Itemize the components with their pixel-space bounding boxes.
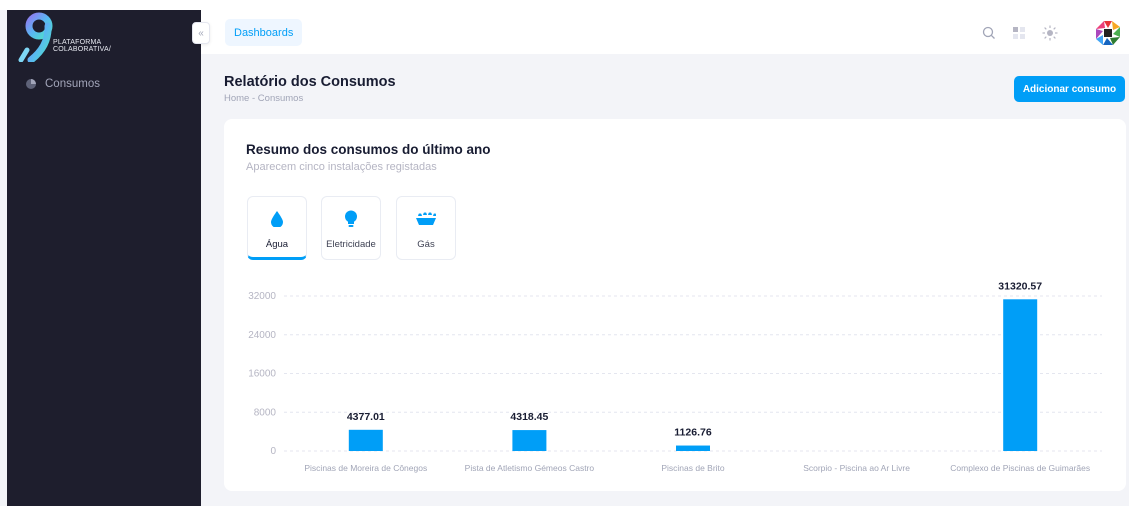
breadcrumb-separator: - [251, 93, 256, 104]
tab-label: Eletricidade [326, 239, 376, 250]
consumption-bar-chart: 0 8000 16000 24000 32000 4377.01 Piscinas de M… [248, 280, 1102, 473]
water-drop-icon [271, 210, 283, 228]
x-tick-label: Complexo de Piscinas de Guimarães [950, 463, 1090, 473]
chevrons-left-icon: « [198, 27, 204, 39]
dashboards-button[interactable]: Dashboards [225, 19, 303, 46]
tab-label: Água [265, 239, 289, 250]
sun-icon[interactable] [1041, 24, 1059, 42]
breadcrumb: Home - Consumos [224, 93, 303, 104]
bar [1003, 299, 1038, 451]
brand-logo-mark [18, 12, 53, 64]
brand-line-1: PLATAFORMA [53, 39, 102, 46]
card-title: Resumo dos consumos do último ano [246, 142, 491, 157]
brand-logo-text: PLATAFORMA COLABORATIVA/ [53, 39, 111, 53]
apps-grid-icon[interactable] [1010, 24, 1028, 42]
tab-label: Gás [417, 239, 435, 250]
x-tick-label: Piscinas de Brito [661, 463, 725, 473]
breadcrumb-current: Consumos [257, 93, 304, 104]
sidebar-item-label: Consumos [45, 78, 100, 90]
data-label: 1126.76 [674, 427, 712, 439]
y-tick-label: 0 [270, 446, 276, 457]
tab-eletricidade[interactable]: Eletricidade [321, 196, 381, 260]
bar [348, 429, 383, 451]
sidebar-item-consumos[interactable]: Consumos [25, 78, 100, 90]
card-subtitle: Aparecem cinco instalações registadas [246, 161, 437, 173]
user-avatar-logo[interactable] [1094, 19, 1122, 47]
search-icon[interactable] [980, 24, 998, 42]
data-label: 31320.57 [998, 280, 1042, 292]
y-tick-label: 24000 [248, 330, 276, 341]
bar [676, 445, 710, 451]
brand-logo[interactable]: PLATAFORMA COLABORATIVA/ [17, 12, 137, 64]
top-header: Dashboards [201, 10, 1129, 54]
lightbulb-icon [344, 210, 358, 228]
y-tick-label: 32000 [248, 291, 276, 302]
tab-gas[interactable]: Gás [396, 196, 456, 260]
sidebar-collapse-button[interactable]: « [192, 22, 210, 44]
pie-chart-icon [26, 79, 36, 89]
breadcrumb-home[interactable]: Home [224, 93, 249, 104]
tab-agua[interactable]: Água [247, 196, 307, 260]
brand-line-2: COLABORATIVA/ [53, 46, 111, 53]
gas-flame-icon [415, 210, 437, 228]
data-label: 4377.01 [347, 411, 385, 423]
add-consumption-button[interactable]: Adicionar consumo [1014, 76, 1125, 102]
sidebar: PLATAFORMA COLABORATIVA/ Consumos [7, 10, 201, 506]
x-tick-label: Scorpio - Piscina ao Ar Livre [803, 463, 910, 473]
y-tick-label: 8000 [254, 407, 277, 418]
y-tick-label: 16000 [248, 369, 276, 380]
page-title: Relatório dos Consumos [224, 74, 396, 90]
x-tick-label: Pista de Atletismo Gémeos Castro [465, 463, 595, 473]
bar [512, 430, 547, 451]
page-toolbar: Relatório dos Consumos Home - Consumos A… [201, 54, 1129, 114]
window-top-strip [0, 0, 1129, 10]
data-label: 4318.45 [510, 411, 548, 423]
x-tick-label: Piscinas de Moreira de Cônegos [304, 463, 427, 473]
